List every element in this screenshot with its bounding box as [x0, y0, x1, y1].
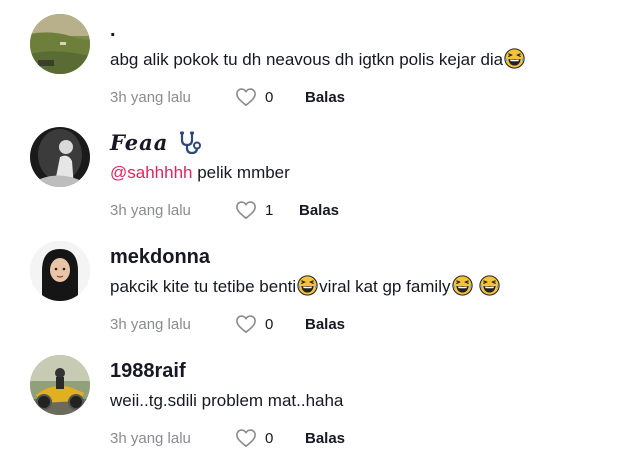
like-button[interactable]: 0 — [235, 314, 305, 334]
reply-button[interactable]: Balas — [305, 316, 345, 333]
laughing-tears-emoji-icon — [504, 48, 525, 69]
timestamp: 3h yang lalu — [110, 201, 191, 219]
reply-button[interactable]: Balas — [299, 202, 339, 219]
laughing-tears-emoji-icon — [479, 275, 500, 296]
laughing-tears-emoji-icon — [297, 275, 318, 296]
like-count: 1 — [265, 201, 274, 219]
comment-text: weii..tg.sdili problem mat..haha — [110, 389, 616, 413]
username[interactable]: mekdonna — [110, 245, 616, 269]
like-count: 0 — [265, 315, 274, 333]
comment-text-part: pelik mmber — [192, 163, 290, 182]
mention-link[interactable]: @sahhhhh — [110, 163, 193, 182]
reply-button[interactable]: Balas — [305, 89, 345, 106]
heart-icon — [235, 87, 257, 107]
comment-text-part: weii..tg.sdili problem mat..haha — [110, 391, 344, 410]
comment-meta: 3h yang lalu 1 Balas — [110, 199, 616, 221]
timestamp: 3h yang lalu — [110, 88, 191, 106]
username[interactable]: 1988raif — [110, 359, 616, 383]
avatar[interactable] — [30, 355, 90, 415]
reply-button[interactable]: Balas — [305, 430, 345, 447]
comment-text: pakcik kite tu tetibe benti viral kat gp … — [110, 275, 616, 299]
heart-icon — [235, 200, 257, 220]
like-button[interactable]: 1 — [235, 200, 299, 220]
username[interactable]: Feaa — [110, 131, 616, 155]
comment-meta: 3h yang lalu 0 Balas — [110, 313, 616, 335]
comment-text-part: abg alik pokok tu dh neavous dh igtkn po… — [110, 50, 504, 69]
comment-text: @sahhhhh pelik mmber — [110, 161, 616, 185]
comment-text-part: pakcik kite tu tetibe benti — [110, 277, 297, 296]
username-text: Feaa — [110, 130, 169, 155]
avatar[interactable] — [30, 241, 90, 301]
timestamp: 3h yang lalu — [110, 315, 191, 333]
like-button[interactable]: 0 — [235, 428, 305, 448]
heart-icon — [235, 314, 257, 334]
timestamp: 3h yang lalu — [110, 429, 191, 447]
avatar[interactable] — [30, 127, 90, 187]
username[interactable]: . — [110, 18, 616, 42]
heart-icon — [235, 428, 257, 448]
comment-text-part: viral kat gp family — [319, 277, 451, 296]
comment-meta: 3h yang lalu 0 Balas — [110, 86, 616, 108]
comment-meta: 3h yang lalu 0 Balas — [110, 427, 616, 449]
like-count: 0 — [265, 88, 274, 106]
comment-text: abg alik pokok tu dh neavous dh igtkn po… — [110, 48, 616, 72]
like-button[interactable]: 0 — [235, 87, 305, 107]
avatar[interactable] — [30, 14, 90, 74]
laughing-tears-emoji-icon — [452, 275, 473, 296]
like-count: 0 — [265, 429, 274, 447]
stethoscope-icon — [180, 131, 202, 155]
